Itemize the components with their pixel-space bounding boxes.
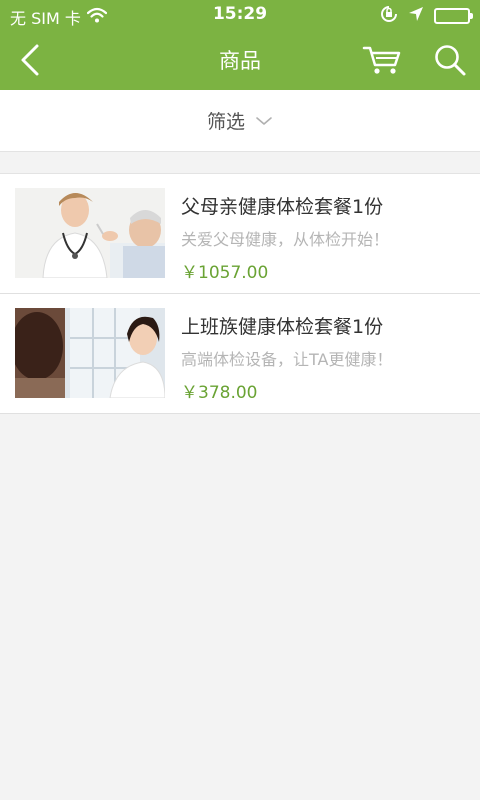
cart-icon: [362, 46, 401, 74]
location-icon: [408, 6, 424, 26]
page-title: 商品: [219, 49, 261, 73]
search-icon: [435, 45, 466, 76]
cart-button[interactable]: [360, 40, 404, 80]
nav-bar: 商品: [0, 30, 480, 90]
product-image: [15, 308, 165, 398]
battery-icon: [434, 8, 473, 24]
product-item[interactable]: 上班族健康体检套餐1份 高端体检设备，让TA更健康！ ￥378.00: [0, 294, 480, 414]
product-image: [15, 188, 165, 278]
top-bar: 无 SIM 卡 15:29 商品: [0, 0, 480, 90]
search-button[interactable]: [430, 40, 470, 80]
filter-button[interactable]: 筛选: [207, 107, 273, 134]
product-title: 父母亲健康体检套餐1份: [181, 196, 384, 218]
product-item[interactable]: 父母亲健康体检套餐1份 关爱父母健康，从体检开始！ ￥1057.00: [0, 174, 480, 294]
chevron-down-icon: [256, 116, 272, 125]
status-bar: 无 SIM 卡 15:29: [0, 0, 480, 30]
product-price: ￥378.00: [181, 383, 258, 403]
rotation-lock-icon: [380, 5, 398, 27]
product-title: 上班族健康体检套餐1份: [181, 316, 384, 338]
product-price: ￥1057.00: [181, 263, 269, 283]
product-list: 父母亲健康体检套餐1份 关爱父母健康，从体检开始！ ￥1057.00 上班族健康…: [0, 173, 480, 414]
status-right: [380, 5, 473, 27]
filter-bar: 筛选: [0, 90, 480, 152]
product-subtitle: 高端体检设备，让TA更健康！: [181, 350, 393, 369]
filter-label: 筛选: [206, 111, 245, 133]
product-subtitle: 关爱父母健康，从体检开始！: [181, 230, 390, 249]
